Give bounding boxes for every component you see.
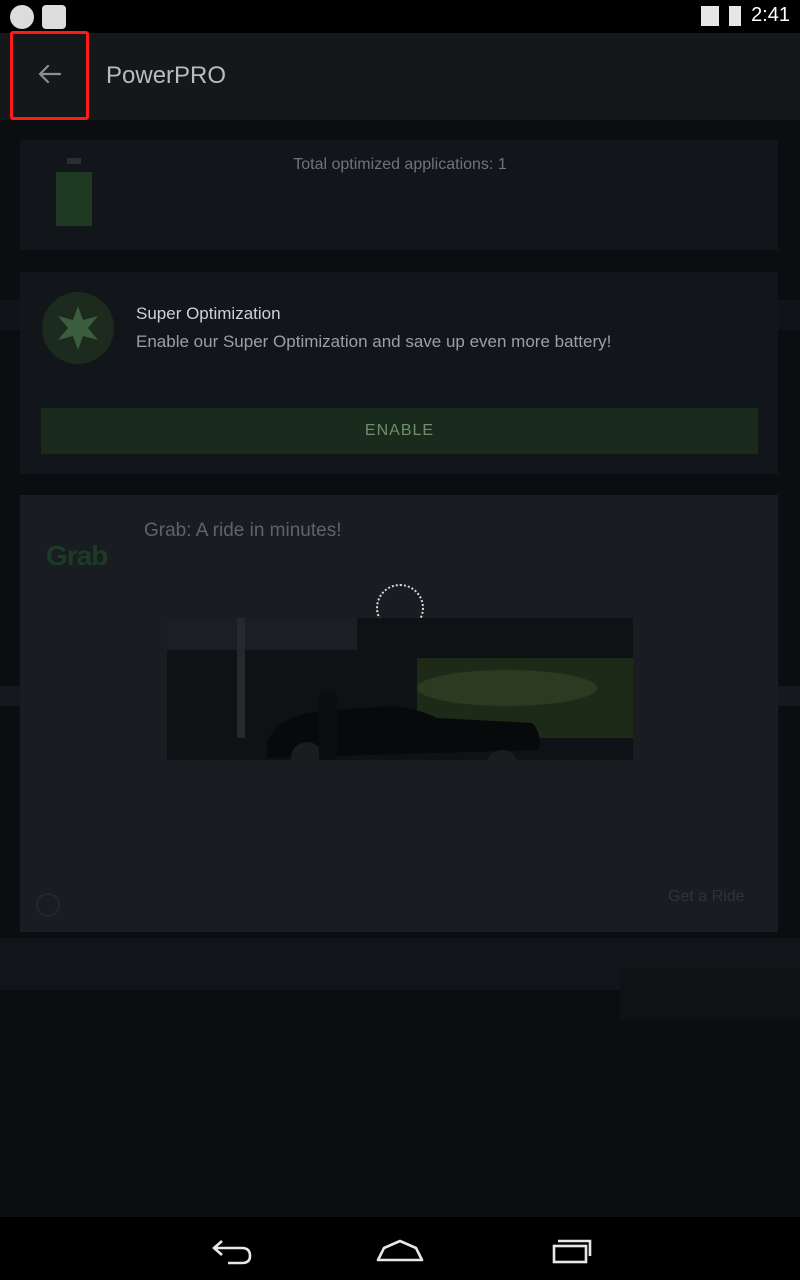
super-optimization-title: Super Optimization bbox=[136, 304, 281, 323]
page-title: PowerPRO bbox=[106, 62, 227, 89]
enable-button[interactable]: ENABLE bbox=[41, 408, 758, 454]
status-right: 2:41 bbox=[701, 4, 790, 27]
ad-image[interactable] bbox=[167, 618, 633, 760]
star-badge-icon bbox=[42, 292, 114, 364]
status-bar: 2:41 bbox=[0, 0, 800, 33]
nav-home-button[interactable] bbox=[370, 1229, 430, 1273]
status-time: 2:41 bbox=[751, 4, 790, 26]
notification-icon bbox=[10, 5, 34, 29]
arrow-left-icon bbox=[38, 64, 62, 84]
nav-back-icon bbox=[212, 1240, 252, 1265]
battery-status-icon bbox=[729, 5, 742, 26]
grab-logo: Grab bbox=[46, 540, 108, 571]
signal-icon bbox=[701, 5, 720, 26]
info-icon[interactable] bbox=[36, 893, 60, 917]
ad-title[interactable]: Grab: A ride in minutes! bbox=[144, 520, 342, 542]
background-strip bbox=[620, 968, 800, 1020]
nav-recents-button[interactable] bbox=[540, 1229, 600, 1273]
app-notification-icon bbox=[42, 5, 66, 29]
total-optimized-text: Total optimized applications: 1 bbox=[293, 156, 507, 173]
nav-recents-icon bbox=[552, 1239, 592, 1264]
nav-home-icon bbox=[376, 1239, 424, 1262]
get-a-ride-button[interactable]: Get a Ride bbox=[668, 888, 744, 906]
super-optimization-description: Enable our Super Optimization and save u… bbox=[136, 332, 612, 351]
status-left-icons bbox=[10, 5, 66, 29]
nav-back-button[interactable] bbox=[200, 1229, 260, 1273]
